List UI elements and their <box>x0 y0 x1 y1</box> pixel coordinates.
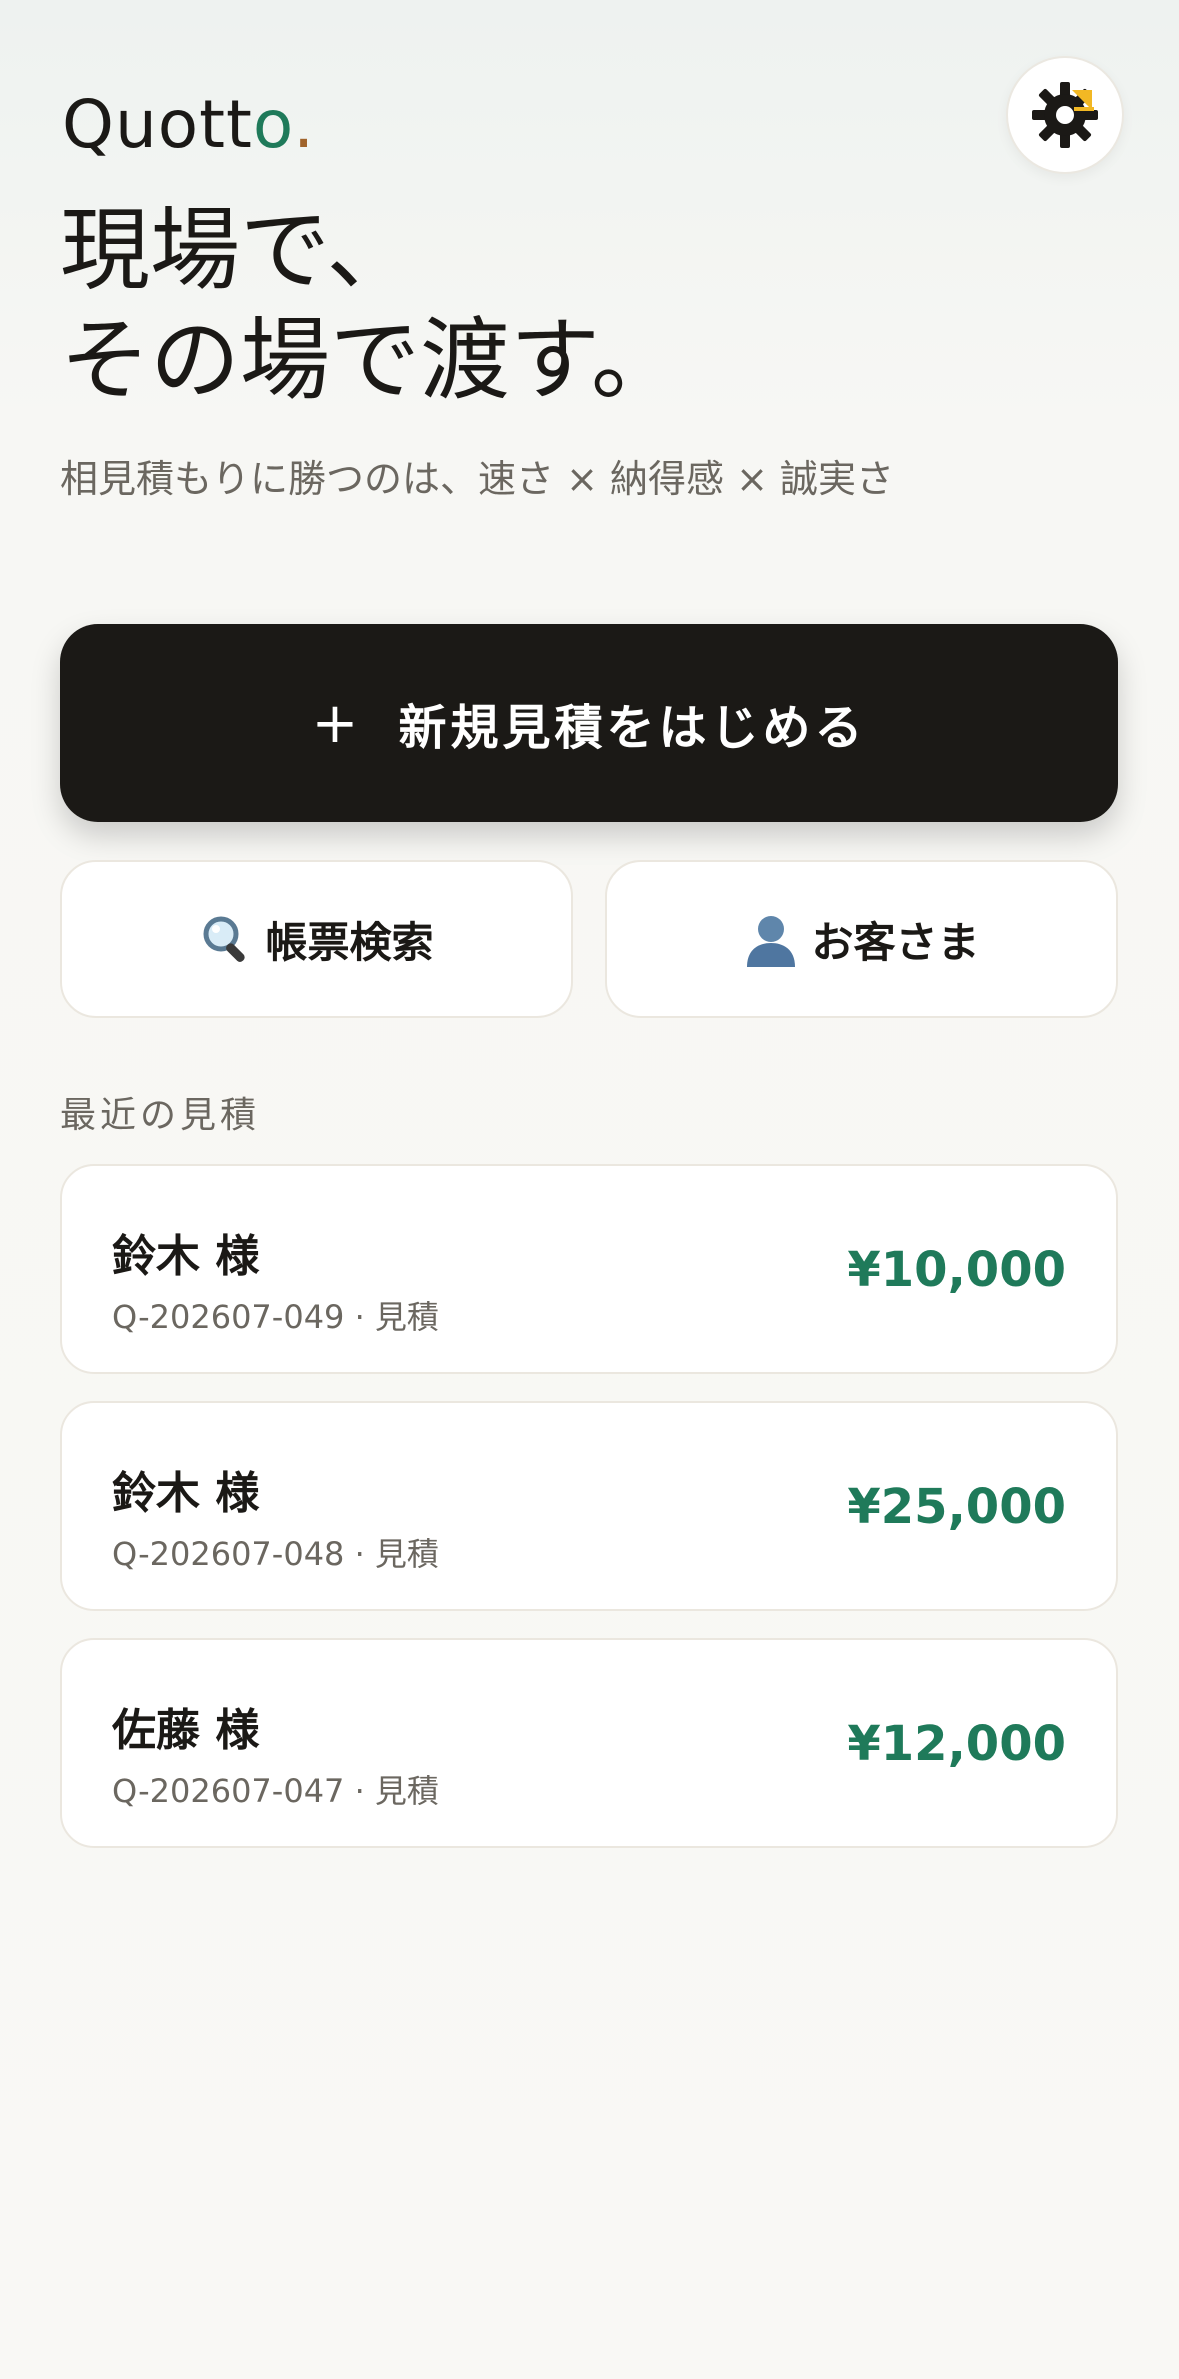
new-quote-label: 新規見積をはじめる <box>398 700 867 756</box>
app-logo: Quotto. <box>62 92 315 158</box>
quote-meta: Q-202607-048 · 見積 <box>112 1535 439 1573</box>
quote-card[interactable]: 鈴木 様 Q-202607-049 · 見積 ¥10,000 <box>60 1164 1118 1374</box>
quote-amount: ¥12,000 <box>847 1716 1066 1772</box>
customer-name: 鈴木 様 <box>112 1468 260 1519</box>
quote-amount: ¥25,000 <box>847 1479 1066 1535</box>
settings-button[interactable] <box>1006 56 1124 174</box>
logo-dot: . <box>293 86 316 163</box>
quote-amount: ¥10,000 <box>847 1242 1066 1298</box>
hero-title-line-2: その場で渡す。 <box>60 308 681 413</box>
quote-card[interactable]: 佐藤 様 Q-202607-047 · 見積 ¥12,000 <box>60 1638 1118 1848</box>
plus-icon: + <box>311 690 363 756</box>
settings-gear-icon <box>1032 82 1098 148</box>
document-search-button[interactable]: 帳票検索 <box>60 860 573 1018</box>
customers-label: お客さま <box>811 917 980 967</box>
quote-meta: Q-202607-049 · 見積 <box>112 1298 439 1336</box>
logo-accent-letter: o <box>252 86 294 163</box>
quote-meta: Q-202607-047 · 見積 <box>112 1772 439 1810</box>
new-quote-button[interactable]: + 新規見積をはじめる <box>60 624 1118 822</box>
customers-button[interactable]: お客さま <box>605 860 1118 1018</box>
customer-name: 佐藤 様 <box>112 1705 260 1756</box>
recent-quotes-heading: 最近の見積 <box>60 1095 261 1136</box>
hero-title-line-1: 現場で、 <box>60 198 417 303</box>
hero-title: 現場で、 その場で渡す。 <box>60 196 681 416</box>
magnifier-icon <box>199 912 253 966</box>
logo-text: Quott <box>62 86 253 163</box>
hero-subtitle: 相見積もりに勝つのは、速さ × 納得感 × 誠実さ <box>60 457 894 501</box>
person-icon <box>743 911 799 967</box>
customer-name: 鈴木 様 <box>112 1231 260 1282</box>
quote-card[interactable]: 鈴木 様 Q-202607-048 · 見積 ¥25,000 <box>60 1401 1118 1611</box>
document-search-label: 帳票検索 <box>265 917 434 967</box>
